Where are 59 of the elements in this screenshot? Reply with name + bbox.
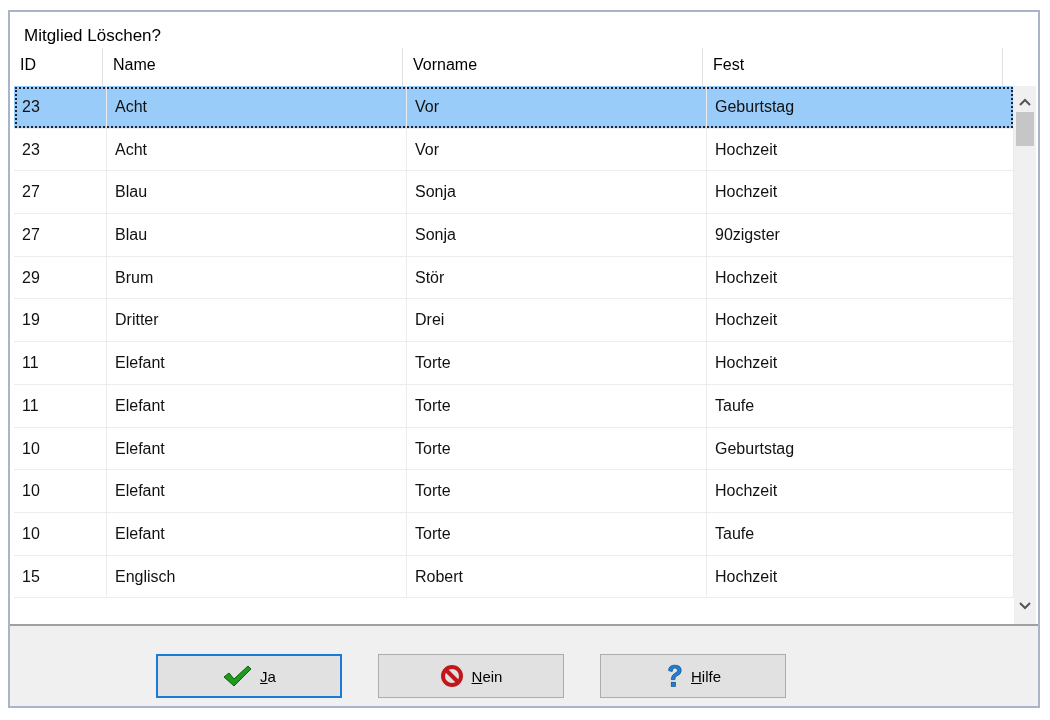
table-row[interactable]: 11 Elefant Torte Hochzeit (14, 342, 1014, 385)
table-cell: Blau (107, 171, 407, 214)
table-row[interactable]: 23 Acht Vor Geburtstag (14, 86, 1014, 129)
table-cell: 10 (14, 512, 107, 555)
table-row[interactable]: 27 Blau Sonja Hochzeit (14, 171, 1014, 215)
table-row[interactable]: 23 Acht Vor Hochzeit (14, 128, 1014, 172)
table-cell: 27 (14, 214, 107, 256)
table-cell: Robert (407, 555, 707, 598)
scrollbar[interactable] (1014, 86, 1036, 624)
table-cell: 11 (14, 342, 107, 384)
table-cell: 15 (14, 555, 107, 598)
table-cell: 11 (14, 384, 107, 427)
table-cell: Elefant (107, 427, 407, 470)
table-row[interactable]: 10 Elefant Torte Taufe (14, 512, 1014, 556)
table-cell: Torte (407, 512, 707, 555)
checkmark-icon (222, 664, 253, 688)
table-row[interactable]: 27 Blau Sonja 90zigster (14, 214, 1014, 257)
help-button[interactable]: Hilfe (600, 654, 786, 698)
yes-button[interactable]: Ja (156, 654, 342, 698)
table-cell: Elefant (107, 342, 407, 384)
scroll-down-icon[interactable] (1019, 602, 1031, 610)
table-cell: Stör (407, 256, 707, 299)
table-cell: Englisch (107, 555, 407, 598)
table-row[interactable]: 11 Elefant Torte Taufe (14, 384, 1014, 428)
table-cell: Sonja (407, 171, 707, 214)
table-cell: Torte (407, 342, 707, 384)
table-row[interactable]: 15 Englisch Robert Hochzeit (14, 555, 1014, 599)
table-row[interactable]: 29 Brum Stör Hochzeit (14, 256, 1014, 300)
table-cell: Elefant (107, 470, 407, 512)
table-cell: Blau (107, 214, 407, 256)
table-cell: Vor (407, 128, 707, 171)
table-cell: Acht (107, 86, 407, 128)
table-cell: Elefant (107, 384, 407, 427)
table-cell: Acht (107, 128, 407, 171)
table-cell: 19 (14, 299, 107, 342)
scroll-up-icon[interactable] (1019, 98, 1031, 106)
table-cell: Torte (407, 384, 707, 427)
table-cell: 10 (14, 470, 107, 512)
table-row[interactable]: 10 Elefant Torte Geburtstag (14, 427, 1014, 471)
table-cell: Vor (407, 86, 707, 128)
table-cell: 27 (14, 171, 107, 214)
scroll-thumb[interactable] (1016, 112, 1034, 146)
question-mark-icon (665, 663, 683, 689)
table-cell: 10 (14, 427, 107, 470)
table-cell: 23 (14, 128, 107, 171)
table-cell: 29 (14, 256, 107, 299)
table-cell: Brum (107, 256, 407, 299)
table-cell: Dritter (107, 299, 407, 342)
table-cell: Drei (407, 299, 707, 342)
table-cell: 23 (14, 86, 107, 128)
prohibited-icon (439, 664, 464, 688)
table-cell: Sonja (407, 214, 707, 256)
table-row[interactable]: 19 Dritter Drei Hochzeit (14, 299, 1014, 343)
table-row[interactable]: 10 Elefant Torte Hochzeit (14, 470, 1014, 513)
dialog-title: Mitglied Löschen? (23, 25, 163, 47)
table-cell: Torte (407, 427, 707, 470)
no-button[interactable]: Nein (378, 654, 564, 698)
table-cell: Elefant (107, 512, 407, 555)
table-cell: Torte (407, 470, 707, 512)
